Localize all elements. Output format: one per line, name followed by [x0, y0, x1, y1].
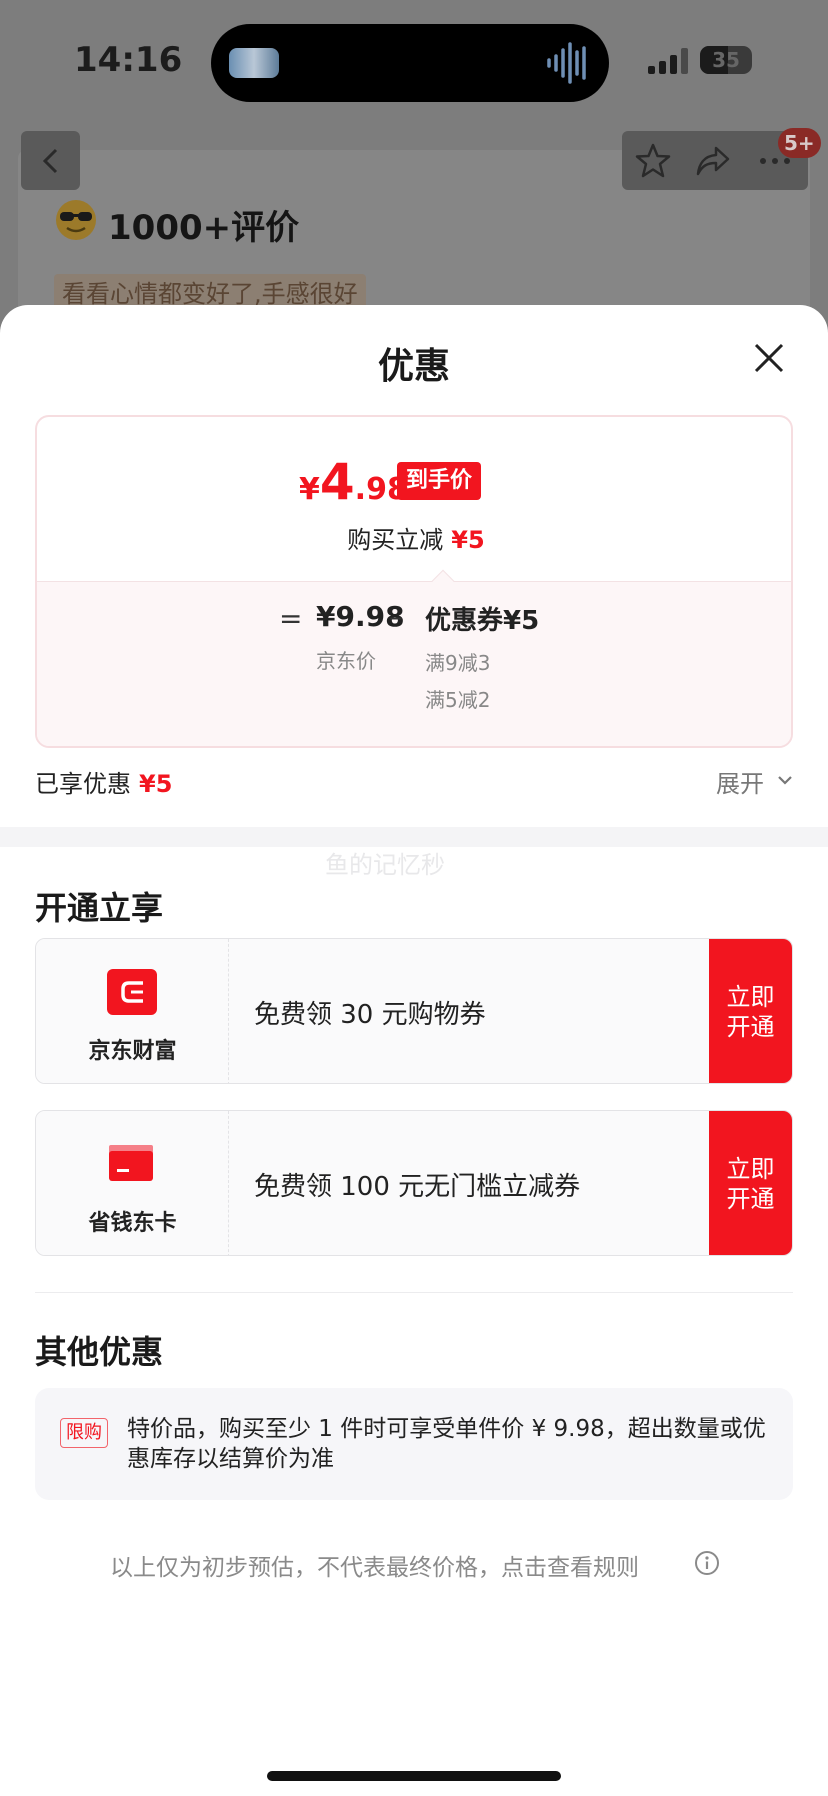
jd-wealth-icon	[107, 969, 157, 1015]
minus-sign: –	[389, 600, 403, 633]
battery-icon: 35	[700, 46, 752, 74]
benefit-card-saving-card[interactable]: 省钱东卡 免费领 100 元无门槛立减券 立即开通	[35, 1110, 793, 1256]
enjoyed-discount: 已享优惠 ¥5	[35, 764, 172, 799]
background-page: 14:16 35 5+ 1000+评价 看看心情都变好了,手感很好	[0, 0, 828, 350]
share-icon[interactable]	[694, 142, 732, 180]
expand-button[interactable]: 展开	[716, 764, 764, 799]
rules-note-link[interactable]: 以上仅为初步预估，不代表最终价格，点击查看规则	[110, 1548, 639, 1582]
status-time: 14:16	[74, 40, 183, 80]
instant-discount-label: 购买立减	[347, 526, 444, 554]
open-benefits-title: 开通立享	[35, 889, 164, 927]
coupon-rule: 满5减2	[425, 688, 491, 712]
open-now-button[interactable]: 立即开通	[709, 1111, 792, 1255]
divider	[35, 1292, 793, 1293]
limit-purchase-tag: 限购	[60, 1418, 108, 1448]
other-discounts-title: 其他优惠	[35, 1333, 164, 1371]
benefit-brand: 京东财富	[36, 939, 229, 1083]
final-price: ¥4.98	[299, 453, 408, 511]
card-icon	[109, 1145, 153, 1181]
sunglasses-emoji-icon	[56, 200, 96, 240]
open-now-button[interactable]: 立即开通	[709, 939, 792, 1083]
chevron-down-icon[interactable]	[776, 771, 794, 789]
back-button[interactable]	[21, 131, 80, 190]
other-discount-item: 限购 特价品，购买至少 1 件时可享受单件价 ¥ 9.98，超出数量或优惠库存以…	[35, 1388, 793, 1500]
discount-sheet: 优惠 ¥4.98 到手价 购买立减 ¥5 = ¥9.98 京东价 – 优惠券¥5 …	[0, 305, 828, 1796]
benefit-name: 京东财富	[88, 1039, 177, 1064]
enjoyed-amount: ¥5	[139, 770, 173, 798]
close-icon[interactable]	[752, 341, 786, 375]
coupon-rule: 满9减3	[425, 651, 491, 675]
benefit-name: 省钱东卡	[88, 1211, 177, 1236]
now-playing-thumbnail	[229, 48, 279, 78]
price-summary-card: ¥4.98 到手价 购买立减 ¥5 = ¥9.98 京东价 – 优惠券¥5 满9减…	[35, 415, 793, 748]
price-breakdown	[37, 581, 791, 746]
benefit-brand: 省钱东卡	[36, 1111, 229, 1255]
benefit-card-jd-wealth[interactable]: 京东财富 免费领 30 元购物券 立即开通	[35, 938, 793, 1084]
chevron-left-icon	[42, 148, 57, 173]
coupon-value: 优惠券¥5	[425, 606, 540, 636]
info-icon[interactable]	[694, 1550, 720, 1576]
benefit-text: 免费领 100 元无门槛立减券	[254, 1172, 581, 1202]
star-icon[interactable]	[634, 142, 672, 180]
instant-discount-amount: ¥5	[451, 526, 485, 554]
jd-price-label: 京东价	[316, 649, 376, 673]
section-separator	[0, 827, 828, 847]
audio-wave-icon	[547, 42, 586, 84]
sheet-title: 优惠	[377, 346, 450, 387]
battery-level: 35	[712, 48, 740, 72]
signal-icon	[648, 48, 688, 74]
final-price-tag: 到手价	[397, 462, 482, 500]
review-count: 1000+评价	[108, 208, 300, 248]
instant-discount: 购买立减 ¥5	[37, 520, 791, 555]
benefit-text: 免费领 30 元购物券	[254, 1000, 486, 1030]
home-indicator[interactable]	[267, 1771, 561, 1781]
dynamic-island	[211, 24, 609, 102]
message-badge: 5+	[778, 128, 821, 158]
watermark: 鱼的记忆秒	[325, 851, 445, 879]
enjoyed-label: 已享优惠	[35, 770, 131, 798]
other-discount-text: 特价品，购买至少 1 件时可享受单件价 ¥ 9.98，超出数量或优惠库存以结算价…	[127, 1416, 766, 1472]
equals-sign: =	[279, 602, 303, 635]
